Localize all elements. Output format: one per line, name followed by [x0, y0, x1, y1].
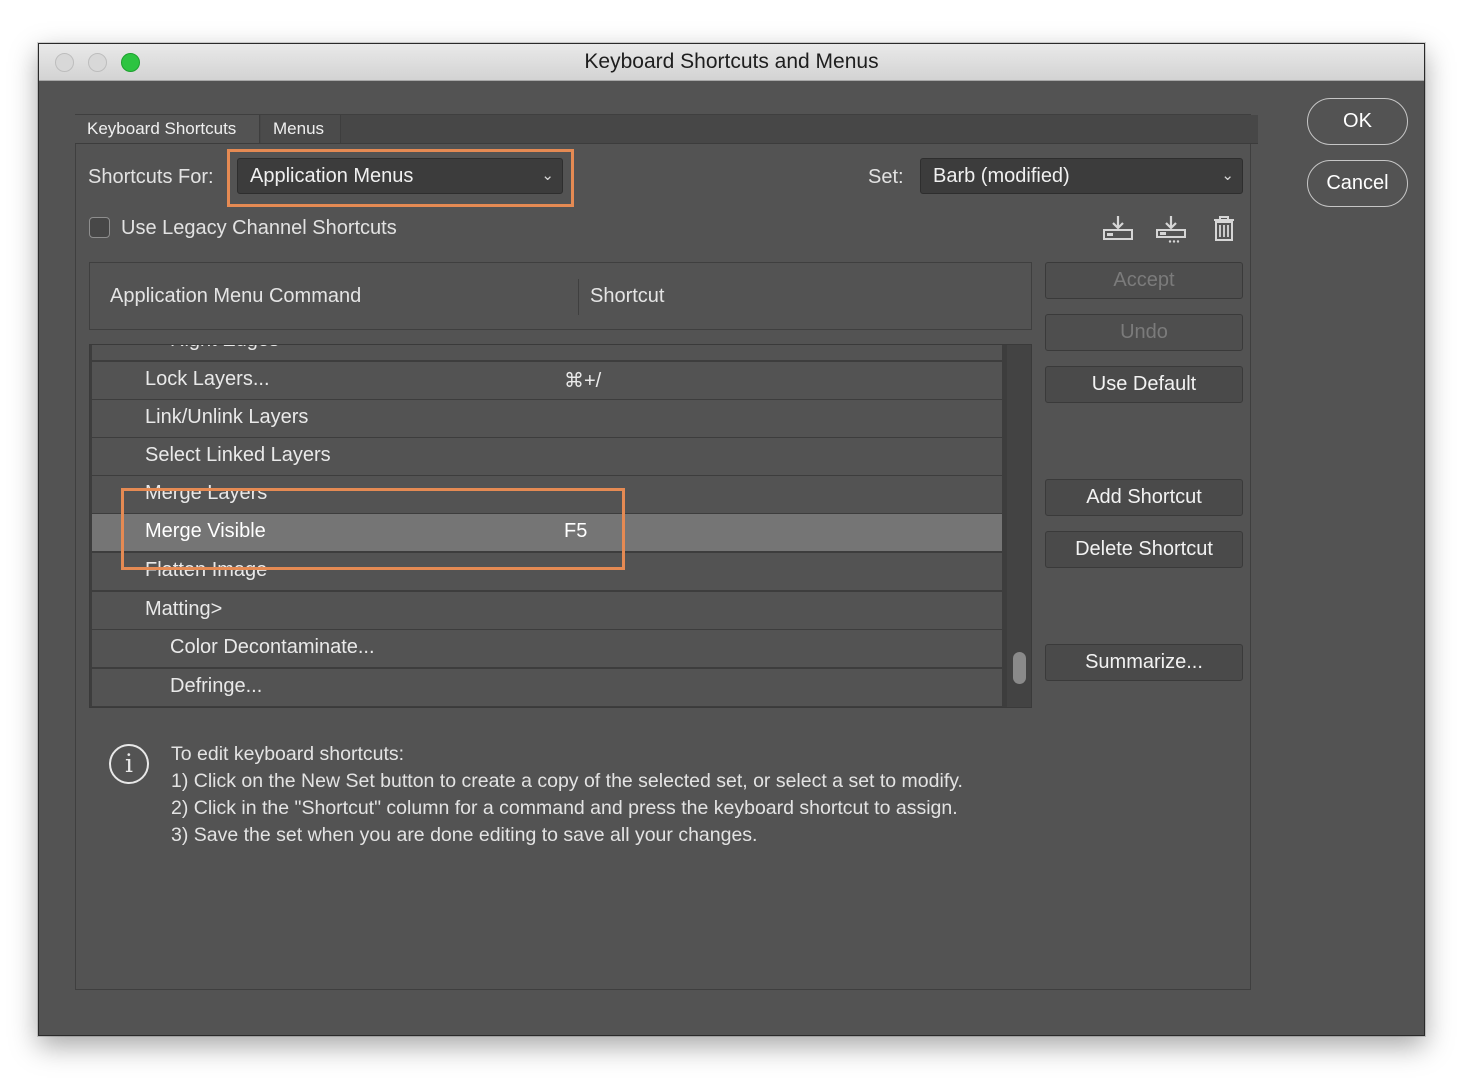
row-command: Matting>: [145, 598, 223, 620]
table-row[interactable]: Lock Layers... ⌘+/: [92, 362, 1002, 399]
scrollbar-thumb[interactable]: [1013, 652, 1026, 684]
row-command: Color Decontaminate...: [170, 636, 375, 658]
legacy-channel-checkbox[interactable]: [89, 217, 110, 238]
tab-menus[interactable]: Menus: [261, 115, 341, 143]
tab-keyboard-shortcuts[interactable]: Keyboard Shortcuts: [75, 115, 260, 143]
set-label: Set:: [868, 166, 904, 188]
legacy-channel-label[interactable]: Use Legacy Channel Shortcuts: [121, 217, 397, 240]
table-header: Application Menu Command Shortcut: [89, 262, 1032, 330]
shortcuts-for-label: Shortcuts For:: [88, 166, 214, 188]
row-command: Flatten Image: [145, 559, 268, 581]
table-row[interactable]: Merge Layers: [92, 476, 1002, 513]
accept-button[interactable]: Accept: [1045, 262, 1243, 299]
table-row-selected[interactable]: Merge Visible F5: [92, 514, 1002, 551]
table-row[interactable]: Color Decontaminate...: [92, 630, 1002, 667]
row-command: Lock Layers...: [145, 368, 270, 390]
shortcut-list[interactable]: Right Edges Lock Layers... ⌘+/ Link/Unli…: [89, 344, 1032, 708]
info-step-1: 1) Click on the New Set button to create…: [171, 770, 963, 792]
row-command: Right Edges: [170, 345, 279, 352]
cancel-button[interactable]: Cancel: [1307, 160, 1408, 207]
shortcuts-for-select[interactable]: Application Menus ⌄: [237, 158, 563, 194]
title-bar[interactable]: Keyboard Shortcuts and Menus: [39, 44, 1424, 81]
vertical-scrollbar[interactable]: [1007, 345, 1031, 707]
row-shortcut[interactable]: ⌘+/: [564, 368, 601, 393]
info-icon: i: [109, 744, 149, 784]
table-row[interactable]: Right Edges: [92, 345, 1002, 360]
table-row[interactable]: Matting>: [92, 592, 1002, 629]
add-shortcut-button[interactable]: Add Shortcut: [1045, 479, 1243, 516]
column-header-shortcut[interactable]: Shortcut: [590, 285, 664, 308]
row-command: Defringe...: [170, 675, 263, 697]
info-step-2: 2) Click in the "Shortcut" column for a …: [171, 797, 958, 819]
row-command: Link/Unlink Layers: [145, 406, 309, 428]
ok-button[interactable]: OK: [1307, 98, 1408, 145]
new-set-icon[interactable]: [1155, 212, 1187, 244]
tab-bar: Keyboard Shortcuts Menus: [75, 115, 1258, 144]
table-row[interactable]: Select Linked Layers: [92, 438, 1002, 475]
save-set-icon[interactable]: [1102, 212, 1134, 244]
delete-shortcut-button[interactable]: Delete Shortcut: [1045, 531, 1243, 568]
dialog-window: Keyboard Shortcuts and Menus Keyboard Sh…: [38, 43, 1425, 1036]
use-default-button[interactable]: Use Default: [1045, 366, 1243, 403]
table-row[interactable]: Flatten Image: [92, 553, 1002, 590]
chevron-down-icon: ⌄: [541, 167, 554, 184]
row-shortcut[interactable]: F5: [564, 520, 587, 543]
undo-button[interactable]: Undo: [1045, 314, 1243, 351]
row-command: Select Linked Layers: [145, 444, 331, 466]
shortcuts-for-value: Application Menus: [250, 165, 414, 187]
table-row[interactable]: Link/Unlink Layers: [92, 400, 1002, 437]
info-step-3: 3) Save the set when you are done editin…: [171, 824, 758, 846]
table-row[interactable]: Defringe...: [92, 669, 1002, 706]
row-command: Merge Visible: [145, 520, 266, 542]
delete-set-icon[interactable]: [1208, 212, 1240, 244]
info-heading: To edit keyboard shortcuts:: [171, 743, 405, 765]
set-value: Barb (modified): [933, 165, 1070, 187]
chevron-down-icon: ⌄: [1221, 167, 1234, 184]
row-command: Merge Layers: [145, 482, 268, 504]
column-divider: [578, 279, 579, 315]
column-header-command[interactable]: Application Menu Command: [110, 285, 361, 308]
set-select[interactable]: Barb (modified) ⌄: [920, 158, 1243, 194]
summarize-button[interactable]: Summarize...: [1045, 644, 1243, 681]
window-title: Keyboard Shortcuts and Menus: [584, 50, 879, 73]
